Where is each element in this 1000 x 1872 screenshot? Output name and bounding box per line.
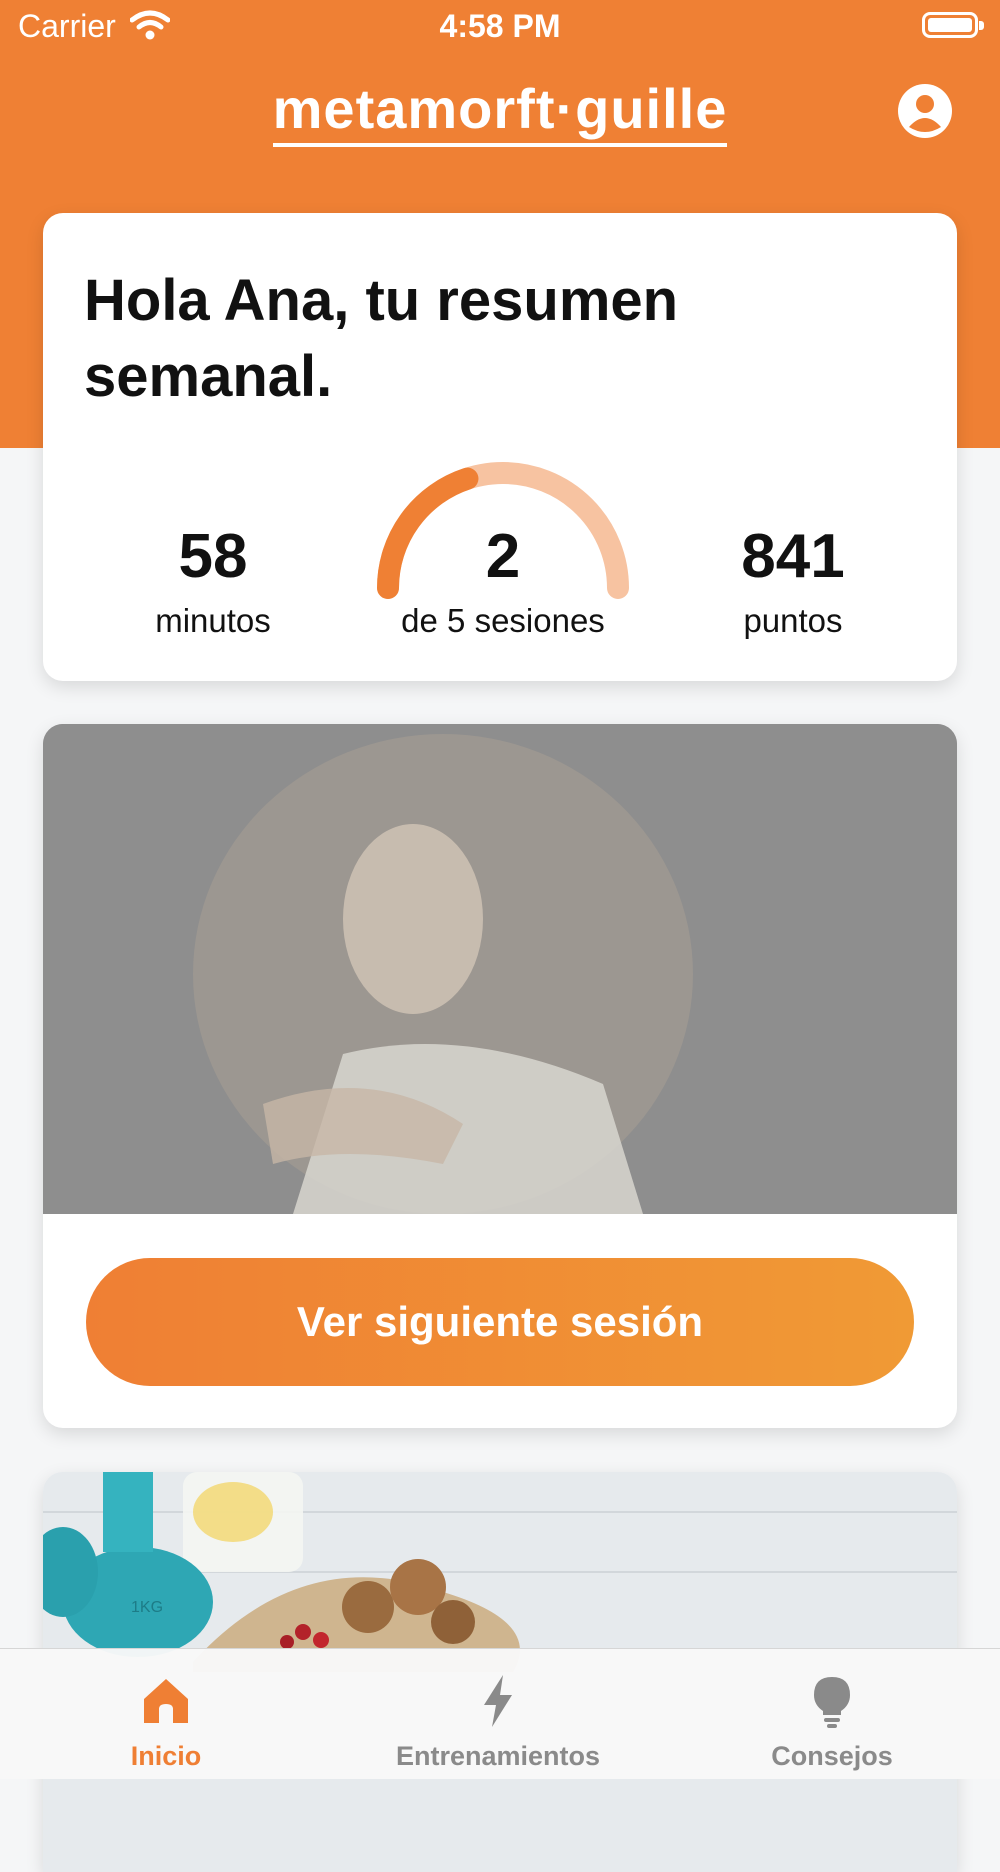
session-photo (43, 724, 957, 1214)
next-session-button[interactable]: Ver siguiente sesión (86, 1258, 914, 1386)
status-bar: Carrier 4:58 PM (0, 0, 1000, 56)
sessions-value: 2 (485, 522, 521, 591)
home-icon (138, 1673, 194, 1729)
tab-consejos[interactable]: Consejos (732, 1649, 932, 1779)
tab-consejos-label: Consejos (771, 1741, 893, 1771)
points-label: puntos (743, 602, 843, 639)
tab-bar: Inicio Entrenamientos Consejos (0, 1648, 1000, 1779)
sessions-stat: 2 de 5 sesiones (333, 521, 673, 643)
profile-icon[interactable] (897, 83, 953, 139)
tab-inicio-label: Inicio (130, 1741, 202, 1771)
summary-title: Hola Ana, tu resumen semanal. (84, 268, 679, 409)
weekly-summary-card: Hola Ana, tu resumen semanal. 58 minutos… (43, 213, 957, 681)
next-session-card: Ver siguiente sesión (43, 724, 957, 1428)
points-stat: 841 puntos (673, 521, 913, 643)
tab-entrenamientos[interactable]: Entrenamientos (348, 1649, 648, 1779)
lightning-icon (470, 1673, 526, 1729)
battery-icon (922, 12, 984, 38)
tab-inicio[interactable]: Inicio (66, 1649, 266, 1779)
clock: 4:58 PM (439, 8, 561, 44)
dumbbell-weight-text: 1KG (131, 1599, 163, 1616)
minutes-value: 58 (178, 522, 248, 591)
lightbulb-icon (804, 1673, 860, 1729)
points-value: 841 (741, 522, 845, 591)
minutes-label: minutos (155, 602, 271, 639)
minutes-stat: 58 minutos (93, 521, 333, 643)
logo-text: metamorft·guille (272, 79, 728, 147)
sessions-label: de 5 sesiones (401, 602, 605, 639)
app-logo: metamorft·guille (0, 76, 1000, 147)
tab-entrenamientos-label: Entrenamientos (395, 1741, 601, 1771)
